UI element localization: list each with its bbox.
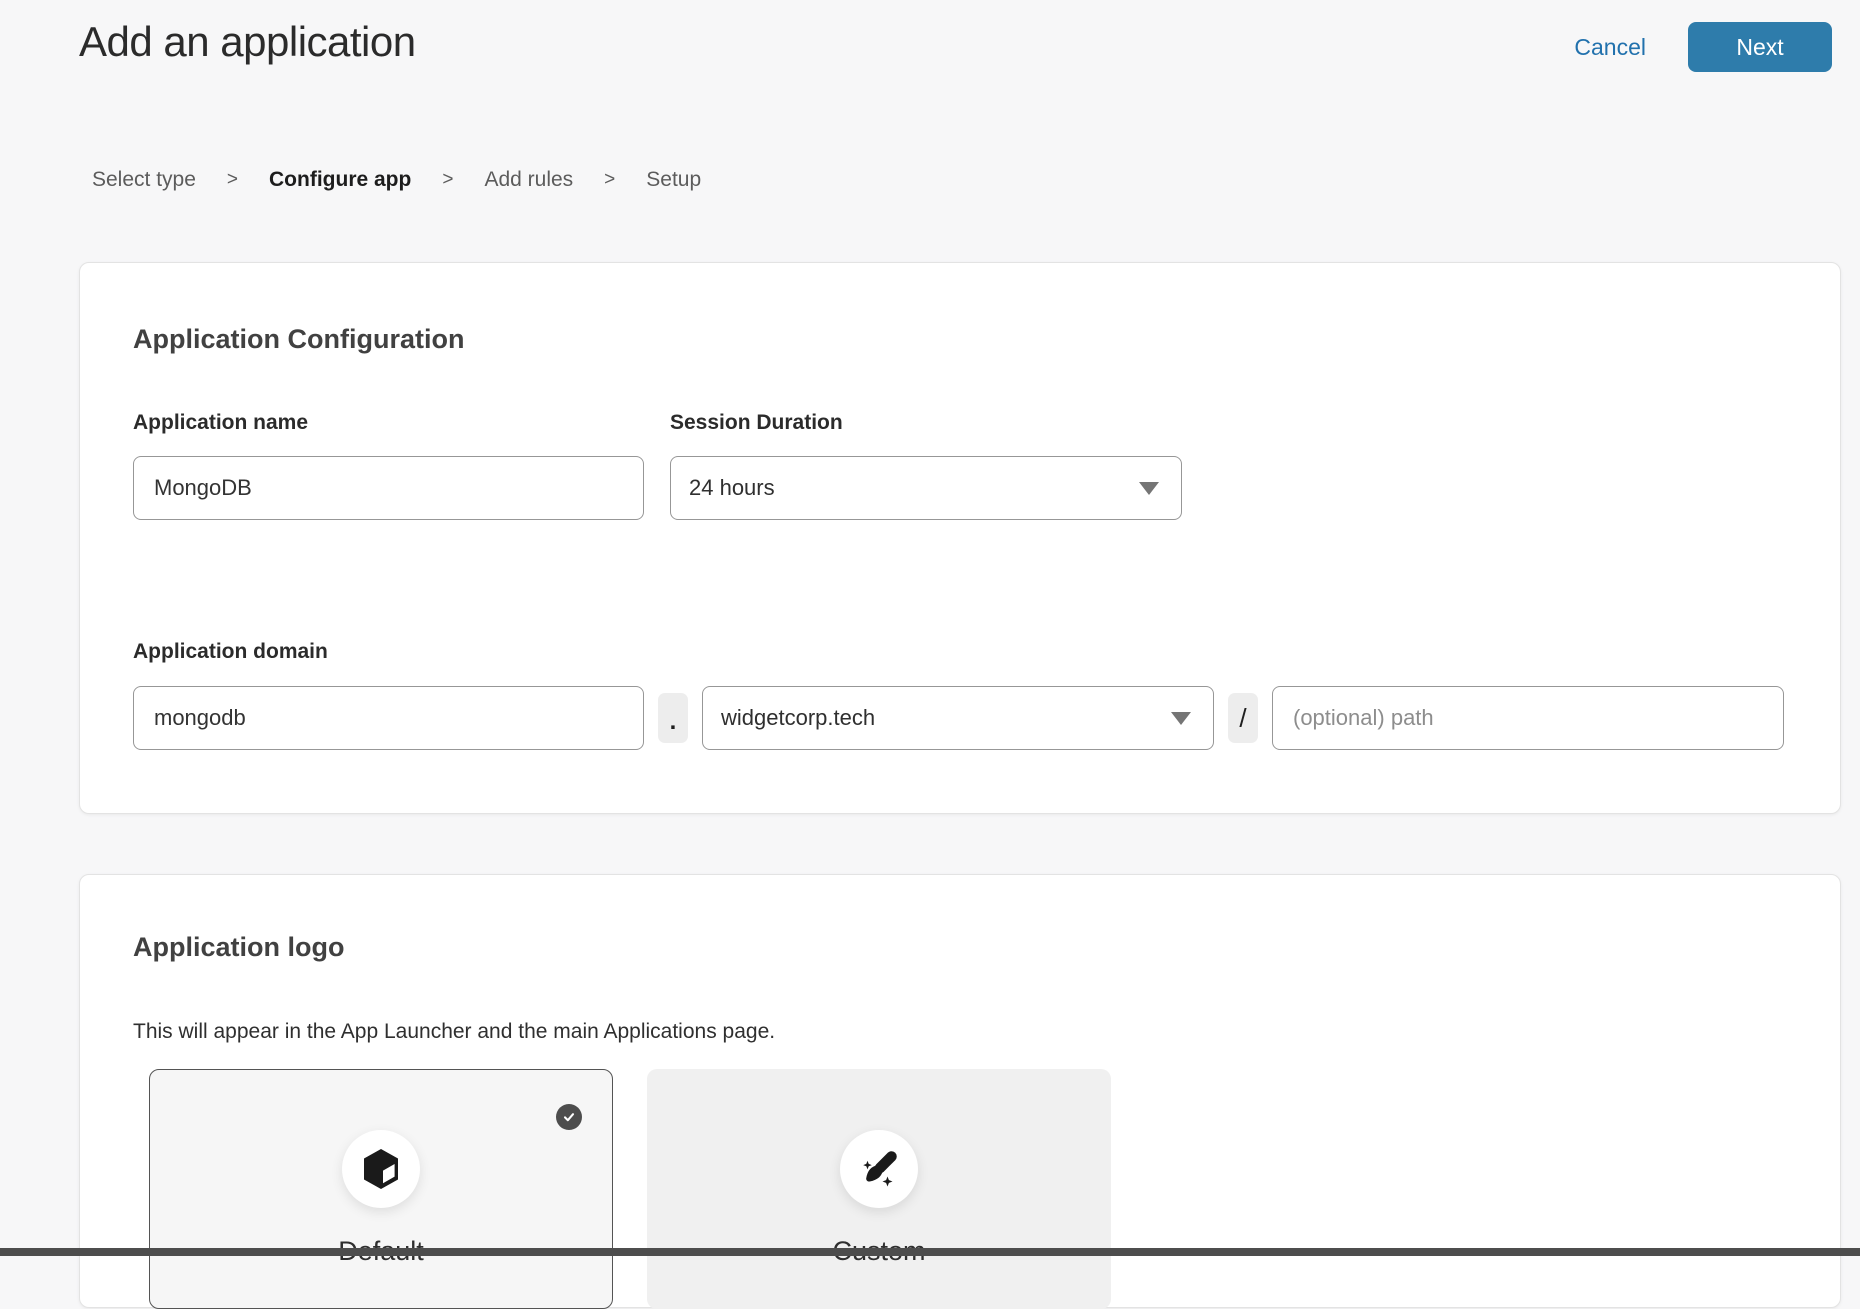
logo-options-row: Default Custom xyxy=(149,1069,1784,1309)
config-card-heading: Application Configuration xyxy=(133,323,1784,355)
application-domain-row: . widgetcorp.tech / xyxy=(133,686,1784,750)
chevron-down-icon xyxy=(1139,482,1159,495)
breadcrumb: Select type > Configure app > Add rules … xyxy=(92,168,701,192)
name-session-row: Application name Session Duration 24 hou… xyxy=(133,411,1784,520)
application-configuration-card: Application Configuration Application na… xyxy=(79,262,1841,814)
application-name-input[interactable] xyxy=(133,456,644,520)
paintbrush-icon xyxy=(857,1147,901,1191)
step-separator: > xyxy=(227,169,238,191)
step-separator: > xyxy=(604,169,615,191)
page-title: Add an application xyxy=(79,18,416,66)
custom-logo-circle xyxy=(840,1130,918,1208)
application-name-label: Application name xyxy=(133,411,644,435)
next-button[interactable]: Next xyxy=(1688,22,1832,72)
path-input[interactable] xyxy=(1272,686,1784,750)
logo-card-heading: Application logo xyxy=(133,931,1784,963)
subdomain-input[interactable] xyxy=(133,686,644,750)
selected-check-badge xyxy=(556,1104,582,1130)
dot-separator: . xyxy=(658,693,688,743)
bottom-edge-bar xyxy=(0,1248,1860,1256)
logo-option-default[interactable]: Default xyxy=(149,1069,613,1309)
chevron-down-icon xyxy=(1171,712,1191,725)
application-name-field-group: Application name xyxy=(133,411,644,520)
default-logo-circle xyxy=(342,1130,420,1208)
session-duration-value: 24 hours xyxy=(689,475,775,501)
header-actions: Cancel Next xyxy=(1574,22,1832,72)
session-duration-field-group: Session Duration 24 hours xyxy=(670,411,1182,520)
slash-separator: / xyxy=(1228,693,1258,743)
logo-option-custom[interactable]: Custom xyxy=(647,1069,1111,1309)
session-duration-select[interactable]: 24 hours xyxy=(670,456,1182,520)
step-setup[interactable]: Setup xyxy=(646,168,701,192)
step-configure-app[interactable]: Configure app xyxy=(269,168,411,192)
step-select-type[interactable]: Select type xyxy=(92,168,196,192)
step-separator: > xyxy=(442,169,453,191)
logo-card-description: This will appear in the App Launcher and… xyxy=(133,1019,1784,1045)
cube-icon xyxy=(361,1147,401,1191)
step-add-rules[interactable]: Add rules xyxy=(484,168,573,192)
session-duration-label: Session Duration xyxy=(670,411,1182,435)
application-logo-card: Application logo This will appear in the… xyxy=(79,874,1841,1308)
application-domain-label: Application domain xyxy=(133,640,1784,664)
domain-select[interactable]: widgetcorp.tech xyxy=(702,686,1214,750)
domain-select-value: widgetcorp.tech xyxy=(721,705,875,731)
cancel-button[interactable]: Cancel xyxy=(1574,34,1646,61)
check-icon xyxy=(561,1109,577,1125)
page-header: Add an application Cancel Next xyxy=(0,0,1860,110)
